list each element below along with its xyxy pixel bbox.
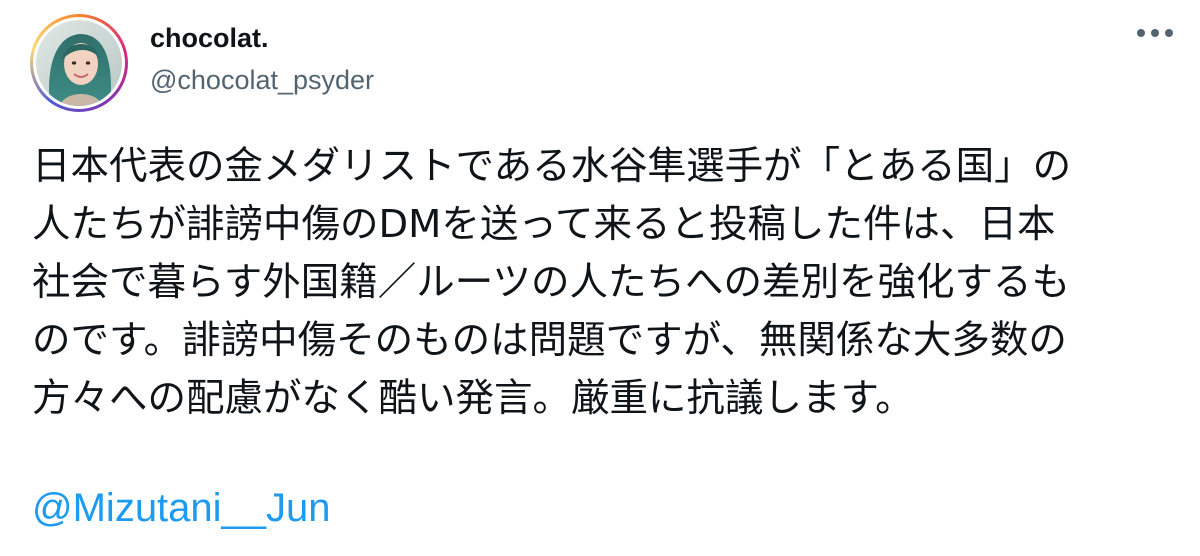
author-display-name[interactable]: chocolat. — [150, 22, 269, 54]
tweet-text: 日本代表の金メダリストである水谷隼選手が「とある国」の 人たちが誹謗中傷のDMを… — [32, 138, 1172, 428]
tweet-text-line: のです。誹謗中傷そのものは問題ですが、無関係な大多数の — [32, 318, 1067, 363]
avatar-frame — [33, 17, 125, 109]
tweet-text-line: 社会で暮らす外国籍／ルーツの人たちへの差別を強化するも — [32, 260, 1070, 305]
tweet-card: chocolat. @chocolat_psyder 日本代表の金メダリストであ… — [0, 0, 1200, 556]
tweet-text-line: 人たちが誹謗中傷のDMを送って来ると投稿した件は、日本 — [32, 202, 1056, 247]
avatar-ring[interactable] — [30, 14, 128, 112]
avatar[interactable] — [36, 20, 122, 106]
more-horizontal-icon — [1137, 29, 1173, 37]
tweet-text-line: 方々への配慮がなく酷い発言。厳重に抗議します。 — [32, 376, 914, 421]
mention-link[interactable]: @Mizutani__Jun — [32, 484, 331, 532]
author-handle[interactable]: @chocolat_psyder — [150, 64, 374, 96]
more-button[interactable] — [1132, 16, 1178, 50]
tweet-text-line: 日本代表の金メダリストである水谷隼選手が「とある国」の — [32, 144, 1072, 189]
